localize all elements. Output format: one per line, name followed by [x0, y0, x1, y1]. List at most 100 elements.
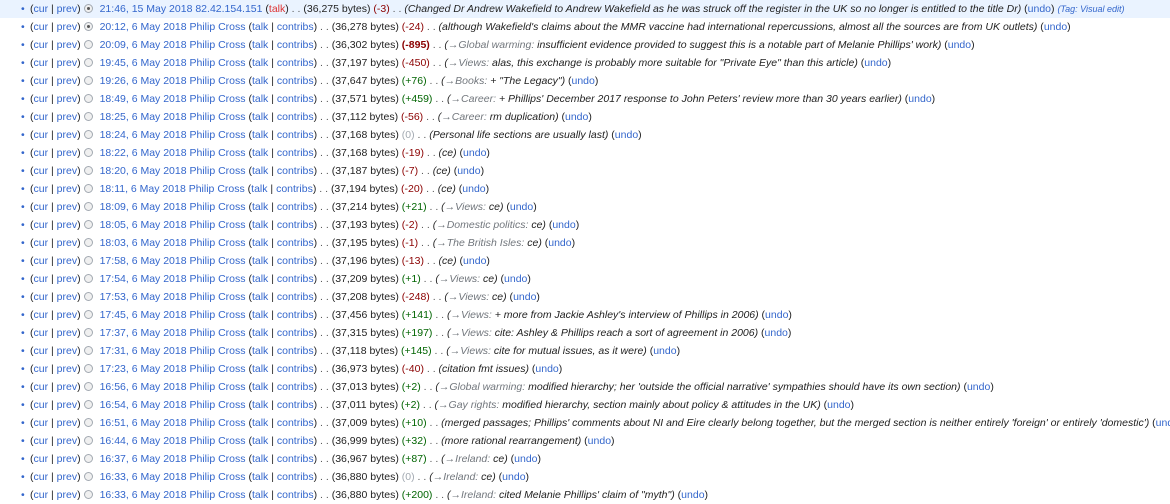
cur-link[interactable]: cur	[34, 327, 49, 339]
user-link[interactable]: Philip Cross	[190, 417, 246, 429]
user-link[interactable]: Philip Cross	[190, 93, 246, 105]
undo-link[interactable]: undo	[681, 489, 704, 501]
prev-link[interactable]: prev	[57, 345, 77, 357]
cur-link[interactable]: cur	[34, 129, 49, 141]
user-talk-link[interactable]: talk	[252, 345, 268, 357]
user-talk-link[interactable]: talk	[252, 93, 268, 105]
user-contribs-link[interactable]: contribs	[277, 21, 314, 33]
user-link[interactable]: Philip Cross	[190, 129, 246, 141]
revision-date-link[interactable]: 17:58, 6 May 2018	[100, 255, 187, 267]
user-link[interactable]: Philip Cross	[190, 381, 246, 393]
diff-radio[interactable]	[83, 183, 93, 193]
user-contribs-link[interactable]: contribs	[277, 111, 314, 123]
undo-link[interactable]: undo	[1028, 3, 1051, 15]
section-arrow-link[interactable]: →	[450, 345, 461, 357]
prev-link[interactable]: prev	[57, 327, 77, 339]
diff-radio[interactable]	[83, 327, 93, 337]
prev-link[interactable]: prev	[57, 219, 77, 231]
diff-radio[interactable]	[83, 129, 93, 139]
undo-link[interactable]: undo	[463, 147, 486, 159]
user-link[interactable]: Philip Cross	[190, 237, 246, 249]
user-link[interactable]: Philip Cross	[190, 75, 246, 87]
user-contribs-link[interactable]: contribs	[277, 255, 314, 267]
user-talk-link[interactable]: talk	[252, 363, 268, 375]
prev-link[interactable]: prev	[57, 453, 77, 465]
prev-link[interactable]: prev	[57, 39, 77, 51]
cur-link[interactable]: cur	[34, 435, 49, 447]
revision-date-link[interactable]: 16:37, 6 May 2018	[100, 453, 187, 465]
revision-date-link[interactable]: 17:45, 6 May 2018	[100, 309, 187, 321]
undo-link[interactable]: undo	[504, 273, 527, 285]
prev-link[interactable]: prev	[57, 399, 77, 411]
revision-date-link[interactable]: 16:44, 6 May 2018	[100, 435, 187, 447]
user-talk-link[interactable]: talk	[252, 57, 268, 69]
user-contribs-link[interactable]: contribs	[277, 309, 314, 321]
user-talk-link[interactable]: talk	[252, 165, 268, 177]
cur-link[interactable]: cur	[34, 273, 49, 285]
revision-date-link[interactable]: 16:54, 6 May 2018	[100, 399, 187, 411]
user-contribs-link[interactable]: contribs	[277, 291, 314, 303]
cur-link[interactable]: cur	[34, 39, 49, 51]
diff-radio-new[interactable]	[83, 21, 93, 31]
user-talk-link[interactable]: talk	[252, 273, 268, 285]
section-arrow-link[interactable]: →	[448, 39, 459, 51]
undo-link[interactable]: undo	[1044, 21, 1067, 33]
undo-link[interactable]: undo	[502, 471, 525, 483]
user-talk-link[interactable]: talk	[252, 111, 268, 123]
undo-link[interactable]: undo	[510, 201, 533, 213]
undo-link[interactable]: undo	[572, 75, 595, 87]
diff-radio[interactable]	[83, 93, 93, 103]
user-contribs-link[interactable]: contribs	[277, 165, 314, 177]
user-contribs-link[interactable]: contribs	[277, 39, 314, 51]
user-talk-link[interactable]: talk	[252, 21, 268, 33]
user-contribs-link[interactable]: contribs	[277, 201, 314, 213]
revision-date-link[interactable]: 17:23, 6 May 2018	[100, 363, 187, 375]
revision-date-link[interactable]: 18:05, 6 May 2018	[100, 219, 187, 231]
cur-link[interactable]: cur	[34, 291, 49, 303]
user-talk-link[interactable]: talk	[252, 147, 268, 159]
user-talk-link[interactable]: talk	[252, 39, 268, 51]
diff-radio[interactable]	[83, 417, 93, 427]
cur-link[interactable]: cur	[34, 453, 49, 465]
user-talk-link[interactable]: talk	[269, 3, 285, 15]
user-link[interactable]: Philip Cross	[190, 435, 246, 447]
prev-link[interactable]: prev	[57, 201, 77, 213]
user-talk-link[interactable]: talk	[252, 381, 268, 393]
section-arrow-link[interactable]: →	[445, 201, 456, 213]
prev-link[interactable]: prev	[57, 111, 77, 123]
revision-date-link[interactable]: 17:31, 6 May 2018	[100, 345, 187, 357]
undo-link[interactable]: undo	[457, 165, 480, 177]
user-link[interactable]: Philip Cross	[190, 345, 246, 357]
diff-radio[interactable]	[83, 363, 93, 373]
tag-link[interactable]: Visual edit	[1080, 4, 1121, 14]
revision-date-link[interactable]: 17:53, 6 May 2018	[100, 291, 187, 303]
cur-link[interactable]: cur	[34, 417, 49, 429]
undo-link[interactable]: undo	[462, 183, 485, 195]
user-talk-link[interactable]: talk	[252, 219, 268, 231]
user-link[interactable]: Philip Cross	[190, 39, 246, 51]
cur-link[interactable]: cur	[34, 219, 49, 231]
diff-radio[interactable]	[83, 345, 93, 355]
user-contribs-link[interactable]: contribs	[277, 93, 314, 105]
user-link[interactable]: Philip Cross	[190, 111, 246, 123]
revision-date-link[interactable]: 18:24, 6 May 2018	[100, 129, 187, 141]
revision-date-link[interactable]: 18:03, 6 May 2018	[100, 237, 187, 249]
user-contribs-link[interactable]: contribs	[277, 75, 314, 87]
diff-radio[interactable]	[83, 237, 93, 247]
revision-date-link[interactable]: 18:49, 6 May 2018	[100, 93, 187, 105]
prev-link[interactable]: prev	[57, 309, 77, 321]
undo-link[interactable]: undo	[653, 345, 676, 357]
prev-link[interactable]: prev	[57, 93, 77, 105]
section-arrow-link[interactable]: →	[445, 453, 456, 465]
cur-link[interactable]: cur	[34, 165, 49, 177]
prev-link[interactable]: prev	[57, 435, 77, 447]
user-contribs-link[interactable]: contribs	[277, 129, 314, 141]
section-arrow-link[interactable]: →	[451, 309, 462, 321]
cur-link[interactable]: cur	[34, 147, 49, 159]
diff-radio[interactable]	[83, 399, 93, 409]
user-talk-link[interactable]: talk	[252, 453, 268, 465]
cur-link[interactable]: cur	[34, 255, 49, 267]
user-contribs-link[interactable]: contribs	[277, 399, 314, 411]
user-contribs-link[interactable]: contribs	[277, 57, 314, 69]
user-link[interactable]: Philip Cross	[189, 183, 245, 195]
